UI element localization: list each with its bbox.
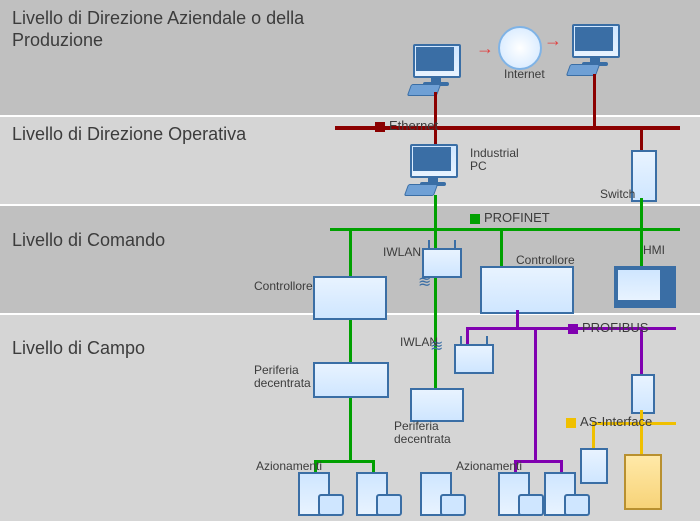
asi-device-icon xyxy=(624,454,662,510)
profibus-drop xyxy=(534,327,537,460)
drive-icon xyxy=(356,472,392,512)
industrial-pc-label: Industrial PC xyxy=(470,147,519,173)
controller-icon xyxy=(313,276,387,320)
asi-device-icon xyxy=(580,448,608,484)
profibus-text: PROFIBUS xyxy=(582,320,648,335)
profibus-drop xyxy=(516,310,519,327)
profinet-drop xyxy=(434,195,437,228)
layer-title-control: Livello di Comando xyxy=(12,230,165,252)
controller-icon xyxy=(480,266,574,314)
periferia-label: Periferia decentrata xyxy=(394,420,451,446)
profinet-label: PROFINET xyxy=(470,210,550,225)
hmi-icon xyxy=(614,266,672,310)
hmi-label: HMI xyxy=(643,244,665,257)
pc-icon xyxy=(572,24,626,70)
azionamenti-label: Azionamenti xyxy=(256,460,322,473)
profibus-drop xyxy=(466,327,469,345)
globe-icon xyxy=(498,26,542,70)
layer-title-management: Livello di Direzione Aziendale o della P… xyxy=(12,8,312,51)
profinet-text: PROFINET xyxy=(484,210,550,225)
profibus-device-icon xyxy=(631,374,655,414)
internet-label: Internet xyxy=(504,68,545,81)
industrial-pc-icon xyxy=(410,144,464,190)
ethernet-label: Ethernet xyxy=(375,118,438,133)
arrow-icon: → xyxy=(544,30,562,51)
iwlan-label: IWLAN xyxy=(383,246,421,259)
iwlan-icon xyxy=(454,344,494,374)
periferia-label: Periferia decentrata xyxy=(254,364,311,390)
drive-icon xyxy=(420,472,456,512)
iwlan-label: IWLAN xyxy=(400,336,438,349)
ethernet-text: Ethernet xyxy=(389,118,438,133)
profibus-label: PROFIBUS xyxy=(568,320,648,335)
asi-label: AS-Interface xyxy=(566,414,652,429)
ethernet-drop xyxy=(640,128,643,150)
drive-icon xyxy=(498,472,534,512)
layer-title-operations: Livello di Direzione Operativa xyxy=(12,124,246,146)
arrow-icon: → xyxy=(476,38,494,59)
wireless-icon: ≋ xyxy=(418,272,431,292)
ethernet-drop xyxy=(593,74,596,127)
profinet-drop xyxy=(349,228,352,460)
profinet-bus xyxy=(330,228,680,231)
periferia-icon xyxy=(313,362,389,398)
controller-label: Controllore xyxy=(516,254,575,267)
pc-icon xyxy=(413,44,467,90)
drive-icon xyxy=(544,472,580,512)
divider xyxy=(0,204,700,206)
asi-text: AS-Interface xyxy=(580,414,652,429)
switch-label: Switch xyxy=(600,188,635,201)
drive-icon xyxy=(298,472,334,512)
periferia-icon xyxy=(410,388,464,422)
profinet-drop xyxy=(500,228,503,270)
controller-label: Controllore xyxy=(254,280,313,293)
profinet-branch xyxy=(314,460,374,463)
azionamenti-label: Azionamenti xyxy=(456,460,522,473)
profinet-drop xyxy=(640,198,643,228)
layer-title-field: Livello di Campo xyxy=(12,338,145,360)
